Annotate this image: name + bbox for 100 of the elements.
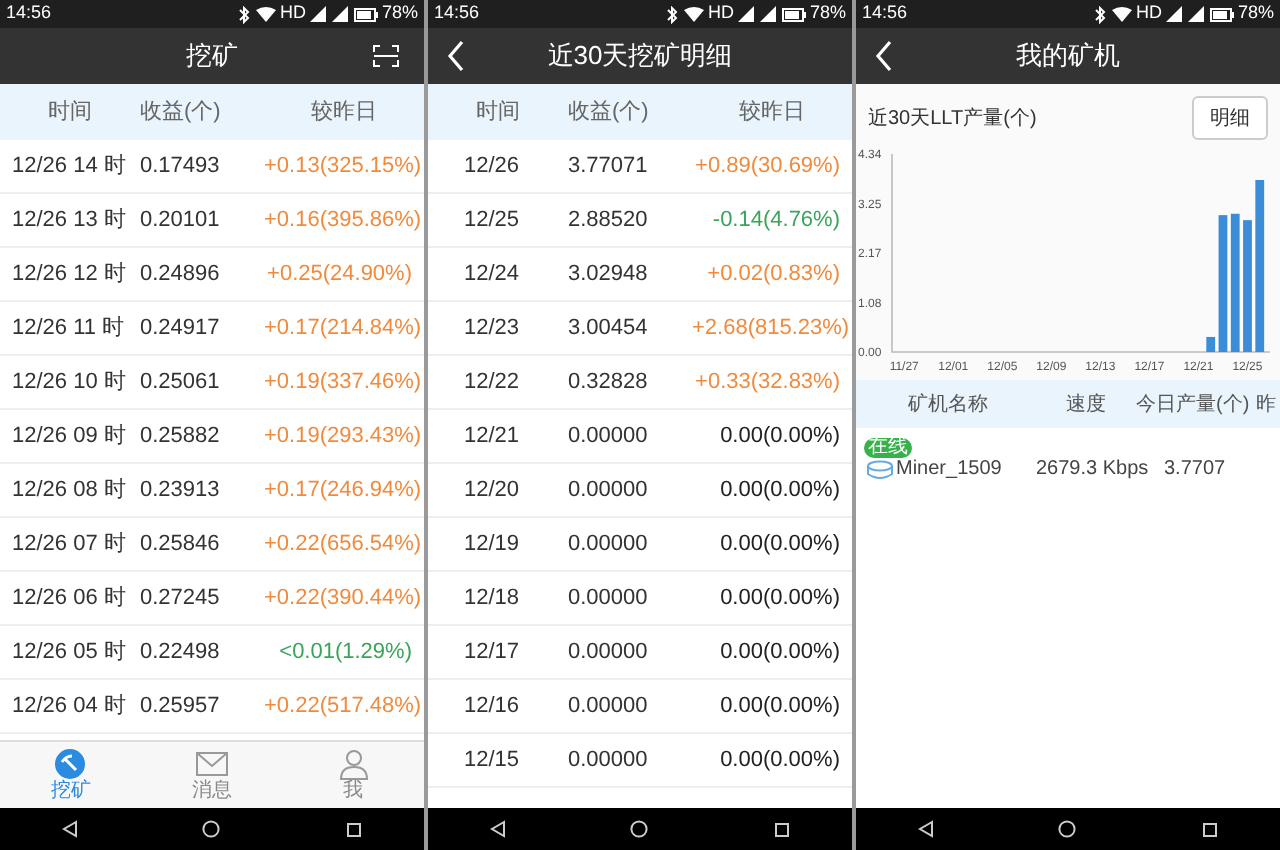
table-cell-text: 2.88520 (568, 205, 650, 236)
tab[interactable]: 消息 (141, 742, 283, 808)
battery-level: 78% (1237, 0, 1274, 27)
home-circle-icon[interactable] (1058, 820, 1077, 838)
table-cell-text: 0.00(0.00%) (718, 745, 842, 776)
network-label: HD (1135, 0, 1162, 27)
battery-level: 78% (381, 0, 418, 27)
status-time: 14:56 (6, 0, 52, 27)
table-cell-text: 12/26 06 时 (10, 583, 128, 614)
table-cell-text: 12/26 09 时 (10, 421, 128, 452)
table-cell-text: 12/22 (462, 367, 522, 398)
table-cell-text: 12/23 (462, 313, 522, 344)
home-circle-icon[interactable] (202, 820, 221, 838)
miner-name: Miner_1509 (896, 456, 1002, 484)
recents-square-icon[interactable] (1201, 821, 1218, 837)
back-icon[interactable] (446, 40, 466, 72)
table-cell-text: +0.19(337.46%) (264, 367, 424, 398)
table-cell-text: +0.22(390.44%) (264, 583, 424, 614)
signal-icon (1165, 6, 1206, 22)
back-triangle-icon[interactable] (490, 820, 507, 838)
wifi-icon (1111, 6, 1132, 22)
column-header: 时间 (46, 97, 94, 128)
table-cell-text: +0.33(32.83%) (693, 367, 842, 398)
table-cell-text: 12/26 14 时 (10, 151, 128, 182)
recents-square-icon[interactable] (345, 821, 362, 837)
home-circle-icon[interactable] (630, 820, 649, 838)
battery-icon (353, 7, 378, 21)
table-cell-text: 0.25882 (140, 421, 222, 452)
table-cell-text: 0.24917 (140, 313, 222, 344)
table-cell-text: +0.16(395.86%) (264, 205, 424, 236)
status-time: 14:56 (862, 0, 908, 27)
tab[interactable]: 挖矿 (0, 742, 142, 808)
detail-button[interactable]: 明细 (1192, 96, 1268, 140)
column-header: 今日产量(个) (1136, 391, 1252, 419)
column-header: 昨 (1256, 391, 1278, 419)
table-cell-text: 12/26 (462, 151, 522, 182)
column-header: 矿机名称 (906, 391, 990, 419)
table-cell-text: 3.02948 (568, 259, 650, 290)
back-icon[interactable] (874, 40, 894, 72)
table-cell-text: 12/19 (462, 529, 522, 560)
table-cell-text: 12/26 11 时 (10, 313, 127, 344)
bar (1243, 220, 1252, 352)
chart-title: 近30天LLT产量(个) (868, 105, 1037, 133)
bluetooth-icon (663, 5, 680, 23)
table-cell-text: 12/26 13 时 (10, 205, 128, 236)
table-cell-text: 12/17 (462, 637, 522, 668)
column-header: 较昨日 (737, 97, 807, 128)
table-cell-text: 0.23913 (140, 475, 222, 506)
table-cell-text: 0.25846 (140, 529, 222, 560)
screen-title: 近30天挖矿明细 (547, 38, 733, 75)
scan-icon[interactable] (372, 44, 400, 68)
table-cell-text: 12/25 (462, 205, 522, 236)
envelope-icon (195, 748, 228, 780)
table-cell-text: 12/24 (462, 259, 522, 290)
battery-level: 78% (809, 0, 846, 27)
table-cell-text: 0.00(0.00%) (718, 637, 842, 668)
table-cell-text: 12/26 12 时 (10, 259, 128, 290)
table-cell-text: 0.27245 (140, 583, 222, 614)
table-cell-text: +0.89(30.69%) (693, 151, 842, 182)
table-cell-text: 0.00000 (568, 421, 650, 452)
table-cell-text: 0.00(0.00%) (718, 475, 842, 506)
table-cell-text: +0.17(246.94%) (264, 475, 424, 506)
table-cell-text: 0.00(0.00%) (718, 691, 842, 722)
tab[interactable]: 我 (282, 742, 424, 808)
network-label: HD (279, 0, 306, 27)
battery-icon (1209, 7, 1234, 21)
table-cell-text: -0.14(4.76%) (710, 205, 842, 236)
column-header: 收益(个) (568, 97, 651, 128)
table-cell-text: 12/26 04 时 (10, 691, 128, 722)
back-triangle-icon[interactable] (62, 820, 79, 838)
table-cell-text: <0.01(1.29%) (277, 637, 414, 668)
table-cell-text: 0.24896 (140, 259, 222, 290)
table-cell-text: 3.77071 (568, 151, 650, 182)
table-cell-text: +0.22(517.48%) (264, 691, 424, 722)
recents-square-icon[interactable] (773, 821, 790, 837)
status-time: 14:56 (434, 0, 480, 27)
table-cell-text: 12/26 08 时 (10, 475, 128, 506)
screen-title: 我的矿机 (1016, 38, 1120, 75)
table-cell-text: 0.17493 (140, 151, 222, 182)
table-cell-text: 0.00000 (568, 691, 650, 722)
wifi-icon (255, 6, 276, 22)
table-cell-text: 3.00454 (568, 313, 650, 344)
table-cell-text: +0.19(293.43%) (264, 421, 424, 452)
pickaxe-icon (54, 748, 87, 780)
column-header: 速度 (1064, 391, 1108, 419)
table-cell-text: 12/26 07 时 (10, 529, 128, 560)
screen-title: 挖矿 (186, 38, 238, 75)
table-cell-text: 12/16 (462, 691, 522, 722)
back-triangle-icon[interactable] (918, 820, 935, 838)
column-header: 时间 (474, 97, 522, 128)
bluetooth-icon (235, 5, 252, 23)
column-header: 较昨日 (309, 97, 379, 128)
table-cell-text: +0.17(214.84%) (264, 313, 424, 344)
table-cell-text: 0.00(0.00%) (718, 583, 842, 614)
table-cell-text: 0.00000 (568, 529, 650, 560)
table-cell-text: 0.20101 (140, 205, 222, 236)
table-cell-text: 0.00(0.00%) (718, 421, 842, 452)
table-cell-text: +2.68(815.23%) (692, 313, 852, 344)
table-cell-text: 3.7707 (1164, 456, 1226, 484)
person-icon (337, 748, 370, 780)
